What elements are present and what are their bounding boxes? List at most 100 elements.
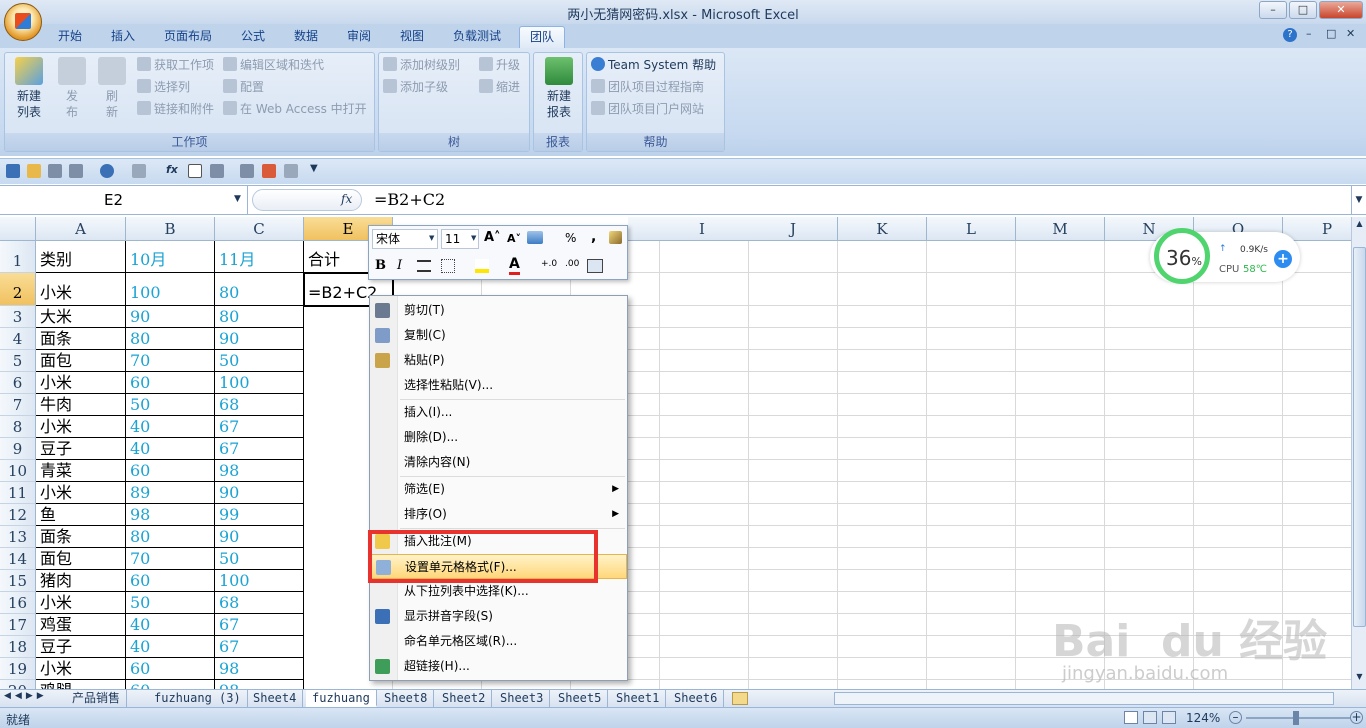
undo-icon[interactable] [100, 164, 114, 178]
cell-a19[interactable]: 小米 [36, 658, 126, 680]
sheet-tab[interactable]: Sheet3 [494, 690, 551, 707]
add-tree-level-button[interactable]: 添加树级别 [383, 55, 460, 75]
cell-a7[interactable]: 牛肉 [36, 394, 126, 416]
cell-c7[interactable]: 68 [215, 394, 304, 416]
column-header-c[interactable]: C [215, 217, 304, 241]
cell-b7[interactable]: 50 [126, 394, 215, 416]
fill-color-icon[interactable] [475, 259, 489, 273]
tab-team[interactable]: 团队 [519, 26, 566, 48]
cell-c5[interactable]: 50 [215, 350, 304, 372]
row-header[interactable]: 15 [0, 570, 36, 592]
zoom-out-icon[interactable]: – [1229, 711, 1242, 724]
tab-formulas[interactable]: 公式 [231, 26, 275, 48]
size-dropdown-icon[interactable]: ▼ [471, 234, 476, 242]
cell-b3[interactable]: 90 [126, 306, 215, 328]
tab-insert[interactable]: 插入 [101, 26, 145, 48]
customize-qat-icon[interactable]: ▼ [310, 163, 318, 174]
row-header[interactable]: 5 [0, 350, 36, 372]
column-header-b[interactable]: B [126, 217, 215, 241]
tab-review[interactable]: 审阅 [337, 26, 381, 48]
menu-item[interactable]: 显示拼音字段(S) [370, 604, 627, 629]
cell-b8[interactable]: 40 [126, 416, 215, 438]
row-header[interactable]: 20 [0, 680, 36, 689]
cell-c16[interactable]: 68 [215, 592, 304, 614]
function-icon[interactable]: fx [166, 163, 178, 176]
cell-b15[interactable]: 60 [126, 570, 215, 592]
cell-c18[interactable]: 67 [215, 636, 304, 658]
help-icon[interactable]: ? [1283, 28, 1297, 42]
scroll-up-icon[interactable]: ▲ [1354, 219, 1365, 231]
zoom-slider-thumb[interactable] [1293, 711, 1299, 725]
copy-icon-qat[interactable] [284, 164, 298, 178]
print-preview-icon[interactable] [69, 164, 83, 178]
cell-a11[interactable]: 小米 [36, 482, 126, 504]
paste-icon-qat[interactable] [210, 164, 224, 178]
formula-input[interactable]: =B2+C2 [374, 186, 445, 214]
normal-view-icon[interactable] [1124, 711, 1138, 724]
cell-c6[interactable]: 100 [215, 372, 304, 394]
borders-icon-mini[interactable] [441, 259, 455, 273]
font-dropdown-icon[interactable]: ▼ [429, 234, 434, 242]
sheet-tab[interactable]: fuzhuang [306, 690, 377, 707]
row-header[interactable]: 2 [0, 273, 36, 306]
row-header[interactable]: 7 [0, 394, 36, 416]
save-icon[interactable] [6, 164, 20, 178]
row-header[interactable]: 13 [0, 526, 36, 548]
borders-icon[interactable] [188, 164, 202, 178]
web-access-button[interactable]: 在 Web Access 中打开 [223, 99, 367, 119]
refresh-button[interactable]: 刷 新 [95, 57, 129, 120]
cell-b12[interactable]: 98 [126, 504, 215, 526]
row-header[interactable]: 10 [0, 460, 36, 482]
tab-data[interactable]: 数据 [284, 26, 328, 48]
choose-columns-button[interactable]: 选择列 [137, 77, 190, 97]
cell-b10[interactable]: 60 [126, 460, 215, 482]
indent-button[interactable]: 缩进 [479, 77, 520, 97]
process-guide-button[interactable]: 团队项目过程指南 [591, 77, 704, 97]
accounting-format-icon[interactable] [527, 231, 543, 244]
close-button[interactable]: ✕ [1319, 1, 1363, 19]
page-break-view-icon[interactable] [1162, 711, 1176, 724]
format-painter-icon[interactable] [132, 164, 146, 178]
page-layout-view-icon[interactable] [1143, 711, 1157, 724]
sheet-tab[interactable]: Sheet4 [247, 690, 304, 707]
ribbon-close-icon[interactable]: ✕ [1346, 27, 1355, 40]
menu-item[interactable]: 粘贴(P) [370, 348, 627, 373]
cell-a18[interactable]: 豆子 [36, 636, 126, 658]
cell-c14[interactable]: 50 [215, 548, 304, 570]
cpu-monitor-widget[interactable]: 36% ↑ 0.9K/s CPU 58℃ + [1150, 228, 1300, 287]
cell-b11[interactable]: 89 [126, 482, 215, 504]
cell-b19[interactable]: 60 [126, 658, 215, 680]
row-header[interactable]: 1 [0, 241, 36, 273]
menu-item[interactable]: 命名单元格区域(R)... [370, 629, 627, 654]
merge-center-icon[interactable] [587, 259, 603, 273]
cell-c11[interactable]: 90 [215, 482, 304, 504]
office-button[interactable] [4, 3, 42, 41]
sheet-tab[interactable]: 产品销售 [66, 690, 128, 707]
row-header[interactable]: 16 [0, 592, 36, 614]
sheet-tab[interactable]: fuzhuang (3) [148, 690, 248, 707]
cell-a14[interactable]: 面包 [36, 548, 126, 570]
menu-item[interactable]: 超链接(H)... [370, 654, 627, 679]
sheet-tab[interactable]: Sheet2 [436, 690, 493, 707]
row-header[interactable]: 17 [0, 614, 36, 636]
row-header[interactable]: 9 [0, 438, 36, 460]
decrease-decimal-icon[interactable]: .00 [565, 259, 579, 269]
cell-c17[interactable]: 67 [215, 614, 304, 636]
name-box-dropdown-icon[interactable]: ▼ [234, 194, 241, 204]
tab-home[interactable]: 开始 [48, 26, 92, 48]
row-header[interactable]: 12 [0, 504, 36, 526]
plus-icon[interactable]: + [1274, 250, 1292, 268]
new-list-button[interactable]: 新建 列表 [9, 57, 49, 120]
cell-b9[interactable]: 40 [126, 438, 215, 460]
font-color-icon[interactable]: A [509, 256, 520, 275]
menu-item[interactable]: 剪切(T) [370, 298, 627, 323]
get-work-items-button[interactable]: 获取工作项 [137, 55, 214, 75]
menu-item[interactable]: 筛选(E) ▶ [370, 477, 627, 502]
menu-item[interactable]: 清除内容(N) [370, 450, 627, 475]
cell-b17[interactable]: 40 [126, 614, 215, 636]
cell-a3[interactable]: 大米 [36, 306, 126, 328]
italic-button[interactable]: I [397, 258, 402, 273]
cell-c2[interactable]: 80 [215, 273, 304, 306]
cell-c20[interactable]: 98 [215, 680, 304, 689]
cell-b1[interactable]: 10月 [126, 241, 215, 273]
